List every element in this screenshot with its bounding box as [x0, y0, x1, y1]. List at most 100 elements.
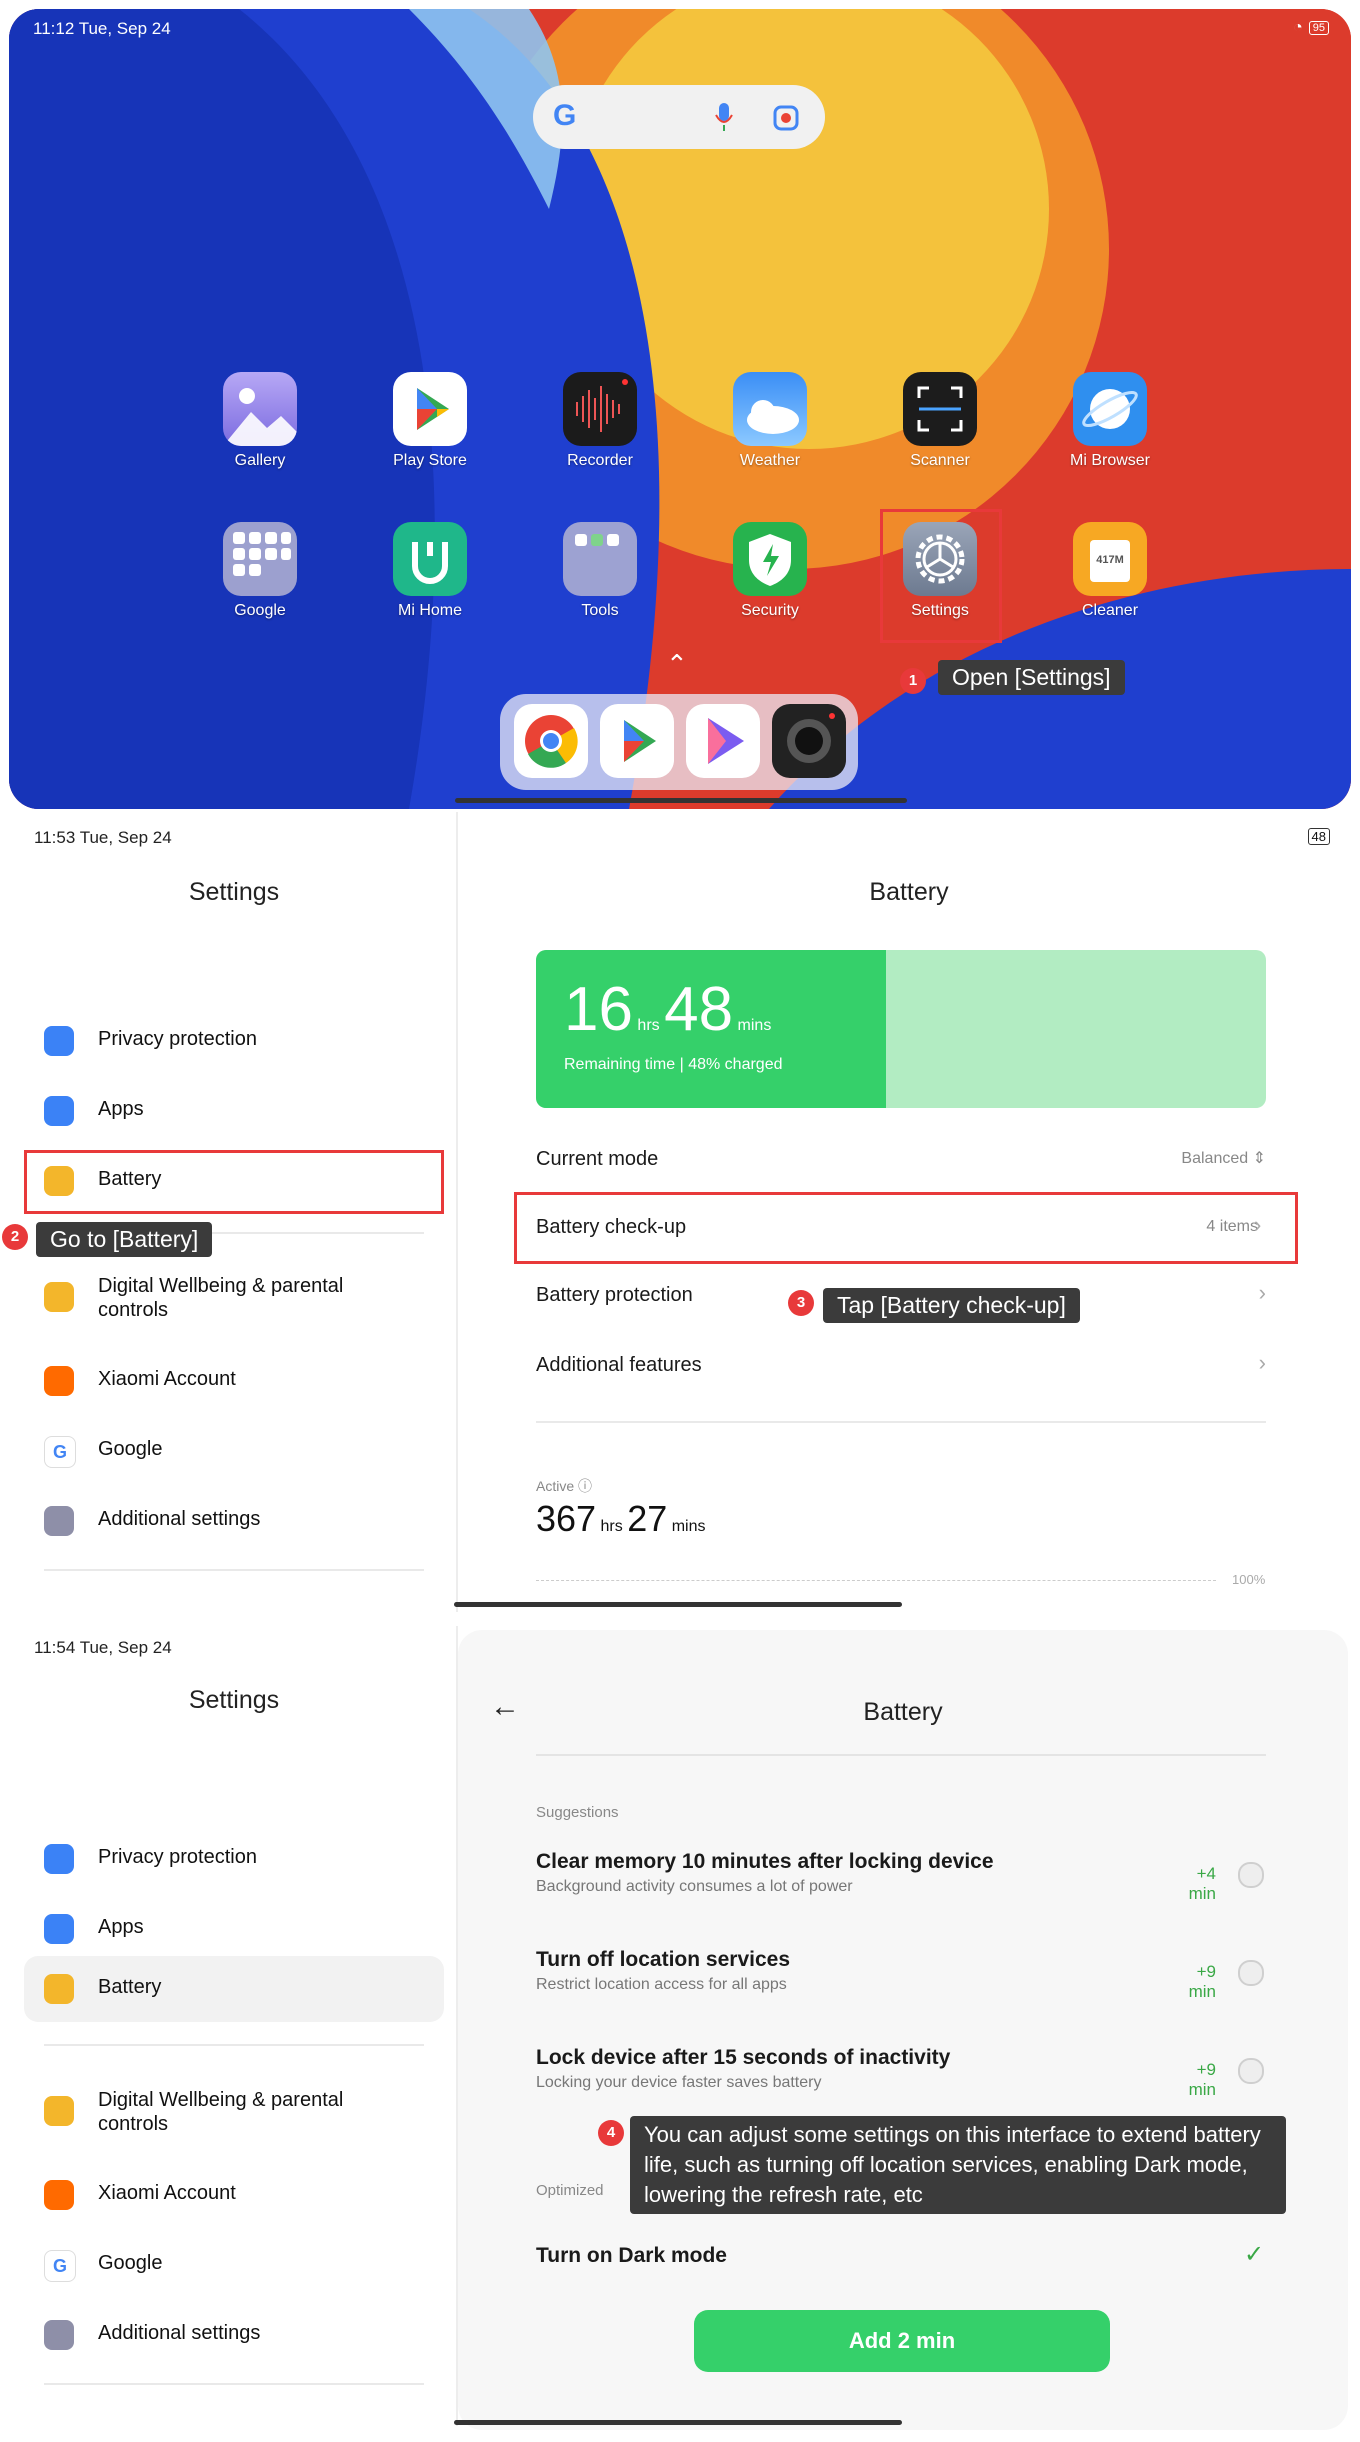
header-separator: [536, 1754, 1266, 1756]
nav-google[interactable]: G Google: [40, 1422, 440, 1480]
home-gesture-bar: [454, 2420, 902, 2425]
right-title: Battery: [863, 1698, 943, 1726]
app-scanner[interactable]: Scanner: [885, 372, 995, 470]
settings-battery-screen: 11:53 Tue, Sep 24 48 Settings Privacy pr…: [0, 812, 1360, 1624]
app-recorder[interactable]: Recorder: [545, 372, 655, 470]
pane-divider: [456, 812, 458, 1612]
status-time: 11:12 Tue, Sep 24: [33, 19, 171, 38]
weather-icon: [733, 372, 807, 446]
highlight-settings: [880, 509, 1002, 643]
status-time: 11:53 Tue, Sep 24: [34, 828, 172, 847]
play-games-icon[interactable]: [686, 704, 760, 778]
nav-digital-wellbeing[interactable]: Digital Wellbeing & parental controls: [40, 2082, 440, 2152]
more-icon: [44, 2320, 74, 2350]
nav-xiaomi-account[interactable]: Xiaomi Account: [40, 1352, 440, 1410]
suggestion-checkbox[interactable]: [1238, 1862, 1264, 1888]
wellbeing-icon: [44, 1282, 74, 1312]
app-mi-browser[interactable]: Mi Browser: [1055, 372, 1165, 470]
suggestion-item[interactable]: Clear memory 10 minutes after locking de…: [536, 1846, 1266, 1910]
security-icon: [733, 522, 807, 596]
app-mi-home[interactable]: Mi Home: [375, 522, 485, 620]
nav-additional-settings[interactable]: Additional settings: [40, 1492, 440, 1550]
nav-privacy[interactable]: Privacy protection: [40, 1012, 440, 1070]
battery-level: 48: [1307, 828, 1330, 845]
step-callout-4: You can adjust some settings on this int…: [630, 2116, 1286, 2214]
camera-icon[interactable]: [772, 704, 846, 778]
more-icon: [44, 1506, 74, 1536]
add-time-button[interactable]: Add 2 min: [694, 2310, 1110, 2372]
nav-digital-wellbeing[interactable]: Digital Wellbeing & parental controls: [40, 1268, 440, 1338]
scanner-icon: [903, 372, 977, 446]
step-badge-1: 1: [900, 668, 926, 694]
nav-separator: [44, 1569, 424, 1571]
current-mode-value[interactable]: Balanced ⇕: [1120, 1148, 1266, 1168]
nav-privacy[interactable]: Privacy protection: [40, 1830, 440, 1888]
wifi-icon: ◔: [1293, 19, 1303, 36]
app-tools-folder[interactable]: Tools: [545, 522, 655, 620]
app-play-store[interactable]: Play Store: [375, 372, 485, 470]
step-badge-3: 3: [788, 1290, 814, 1316]
app-drawer-chevron-icon[interactable]: ⌃: [666, 649, 688, 680]
app-gallery[interactable]: Gallery: [205, 372, 315, 470]
app-weather[interactable]: Weather: [715, 372, 825, 470]
nav-additional-settings[interactable]: Additional settings: [40, 2306, 440, 2364]
highlight-battery: [24, 1150, 444, 1214]
updown-icon: ⇕: [1252, 1150, 1266, 1167]
usage-graph-line: [536, 1580, 1216, 1581]
check-icon: ✓: [1244, 2241, 1265, 2268]
nav-google[interactable]: G Google: [40, 2236, 440, 2294]
step-badge-2: 2: [2, 1224, 28, 1250]
status-time: 11:54 Tue, Sep 24: [34, 1638, 172, 1657]
active-label: Active ⓘ: [536, 1478, 593, 1494]
battery-check-up-screen: 11:54 Tue, Sep 24 47 Settings Privacy pr…: [0, 1626, 1360, 2442]
mi-browser-icon: [1073, 372, 1147, 446]
cleaner-badge: 417M: [1096, 554, 1124, 566]
battery-level: 95: [1308, 21, 1329, 35]
chevron-right-icon: ›: [1258, 1350, 1266, 1375]
microphone-icon[interactable]: [715, 103, 733, 131]
xiaomi-icon: [44, 1366, 74, 1396]
recorder-icon: [563, 372, 637, 446]
nav-apps[interactable]: Apps: [40, 1900, 440, 1958]
active-time: 367 hrs 27 mins: [536, 1498, 706, 1539]
suggestion-checkbox[interactable]: [1238, 1960, 1264, 1986]
highlight-check-up: [514, 1192, 1298, 1264]
wellbeing-icon: [44, 2096, 74, 2126]
dock: [500, 694, 858, 790]
play-store-icon[interactable]: [600, 704, 674, 778]
optimized-item: Turn on Dark mode: [536, 2244, 727, 2267]
nav-apps[interactable]: Apps: [40, 1082, 440, 1140]
graph-max-label: 100%: [1232, 1572, 1266, 1587]
remaining-time: 16 hrs 48 mins: [564, 975, 772, 1044]
xiaomi-icon: [44, 2180, 74, 2210]
google-folder-icon: [223, 522, 297, 596]
home-gesture-bar: [455, 798, 907, 803]
step-badge-4: 4: [598, 2120, 624, 2146]
app-google-folder[interactable]: Google: [205, 522, 315, 620]
chrome-icon[interactable]: [514, 704, 588, 778]
nav-separator: [44, 2383, 424, 2385]
nav-battery[interactable]: Battery: [40, 1960, 440, 2018]
privacy-icon: [44, 1844, 74, 1874]
app-cleaner[interactable]: 417M Cleaner: [1055, 522, 1165, 620]
google-icon: G: [44, 2250, 76, 2282]
app-security[interactable]: Security: [715, 522, 825, 620]
suggestion-checkbox[interactable]: [1238, 2058, 1264, 2084]
google-search-bar[interactable]: G: [533, 85, 825, 149]
additional-features-row[interactable]: Additional features ›: [536, 1338, 1266, 1394]
right-title: Battery: [869, 878, 949, 906]
battery-icon: [44, 1974, 74, 2004]
suggestions-header: Suggestions: [536, 1804, 619, 1821]
battery-card: 16 hrs 48 mins Remaining time | 48% char…: [536, 950, 1266, 1108]
mi-home-icon: [393, 522, 467, 596]
help-icon[interactable]: ⓘ: [578, 1478, 592, 1494]
nav-xiaomi-account[interactable]: Xiaomi Account: [40, 2166, 440, 2224]
suggestion-item[interactable]: Lock device after 15 seconds of inactivi…: [536, 2042, 1266, 2106]
step-callout-2: Go to [Battery]: [36, 1222, 213, 1257]
suggestion-item[interactable]: Turn off location services Restrict loca…: [536, 1944, 1266, 2008]
section-separator: [536, 1421, 1266, 1423]
step-callout-3: Tap [Battery check-up]: [823, 1288, 1080, 1323]
current-mode-label: Current mode: [536, 1148, 659, 1170]
google-icon: G: [44, 1436, 76, 1468]
lens-icon[interactable]: [773, 105, 799, 131]
